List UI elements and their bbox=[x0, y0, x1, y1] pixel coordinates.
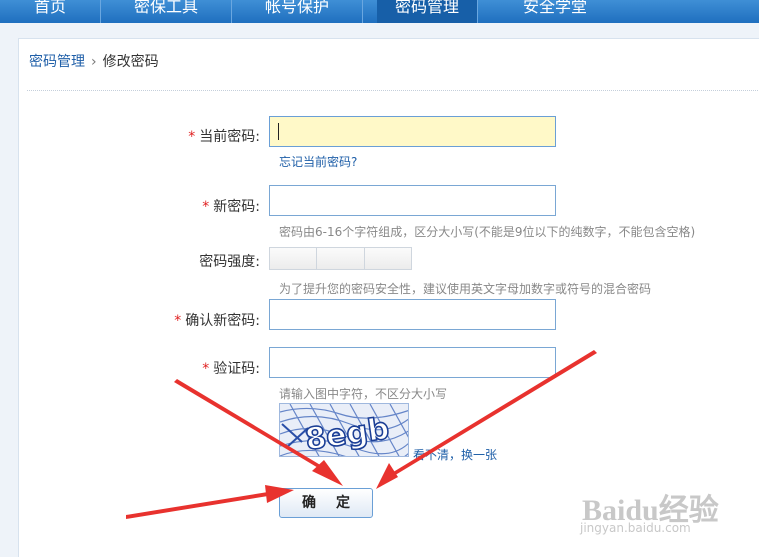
nav-tab-security-tools[interactable]: 密保工具 bbox=[101, 0, 231, 23]
strength-segment-medium bbox=[317, 248, 365, 269]
nav-tab-password-management[interactable]: 密码管理 bbox=[377, 0, 477, 23]
password-strength-label: 密码强度: bbox=[199, 254, 260, 270]
captcha-input[interactable] bbox=[269, 347, 556, 378]
current-password-input[interactable] bbox=[269, 116, 556, 147]
breadcrumb-chevron-icon: › bbox=[91, 54, 97, 70]
strength-segment-weak bbox=[270, 248, 318, 269]
breadcrumb-parent-link[interactable]: 密码管理 bbox=[29, 54, 85, 70]
captcha-refresh: 看不清，换一张 bbox=[413, 446, 497, 463]
text-caret bbox=[278, 123, 279, 140]
nav-divider bbox=[362, 0, 363, 23]
captcha-text: 8egb bbox=[303, 411, 391, 457]
new-password-hint: 密码由6-16个字符组成，区分大小写(不能是9位以下的纯数字，不能包含空格) bbox=[279, 225, 696, 239]
captcha-pattern: 8egb bbox=[280, 404, 408, 457]
baidu-jingyan-url: jingyan.baidu.com bbox=[580, 521, 691, 535]
new-password-input[interactable] bbox=[269, 185, 556, 216]
required-marker: * bbox=[188, 129, 196, 145]
top-nav: 首页 密保工具 帐号保护 密码管理 安全学堂 bbox=[0, 0, 759, 23]
submit-button[interactable]: 确定 bbox=[279, 488, 373, 518]
captcha-cant-see-text: 看不清， bbox=[413, 448, 462, 462]
nav-tab-account-protection[interactable]: 帐号保护 bbox=[232, 0, 362, 23]
password-strength-meter bbox=[269, 247, 412, 270]
current-password-label: * 当前密码: bbox=[188, 129, 260, 145]
required-marker: * bbox=[202, 361, 210, 377]
strength-segment-strong bbox=[365, 248, 411, 269]
captcha-label: * 验证码: bbox=[202, 361, 260, 377]
confirm-password-label: * 确认新密码: bbox=[174, 313, 260, 329]
confirm-password-input[interactable] bbox=[269, 299, 556, 330]
nav-tab-home[interactable]: 首页 bbox=[0, 0, 100, 23]
breadcrumb-divider bbox=[27, 90, 759, 91]
nav-tab-security-school[interactable]: 安全学堂 bbox=[490, 0, 620, 23]
breadcrumb: 密码管理 › 修改密码 bbox=[29, 51, 159, 71]
password-strength-hint: 为了提升您的密码安全性，建议使用英文字母加数字或符号的混合密码 bbox=[279, 282, 652, 296]
required-marker: * bbox=[202, 199, 210, 215]
new-password-label: * 新密码: bbox=[202, 199, 260, 215]
captcha-image[interactable]: 8egb bbox=[279, 403, 409, 457]
captcha-hint: 请输入图中字符，不区分大小写 bbox=[279, 387, 448, 401]
breadcrumb-current: 修改密码 bbox=[102, 54, 159, 70]
captcha-refresh-link[interactable]: 换一张 bbox=[461, 448, 497, 462]
nav-divider bbox=[477, 0, 478, 23]
required-marker: * bbox=[174, 313, 182, 329]
forgot-password-link[interactable]: 忘记当前密码? bbox=[279, 153, 357, 170]
